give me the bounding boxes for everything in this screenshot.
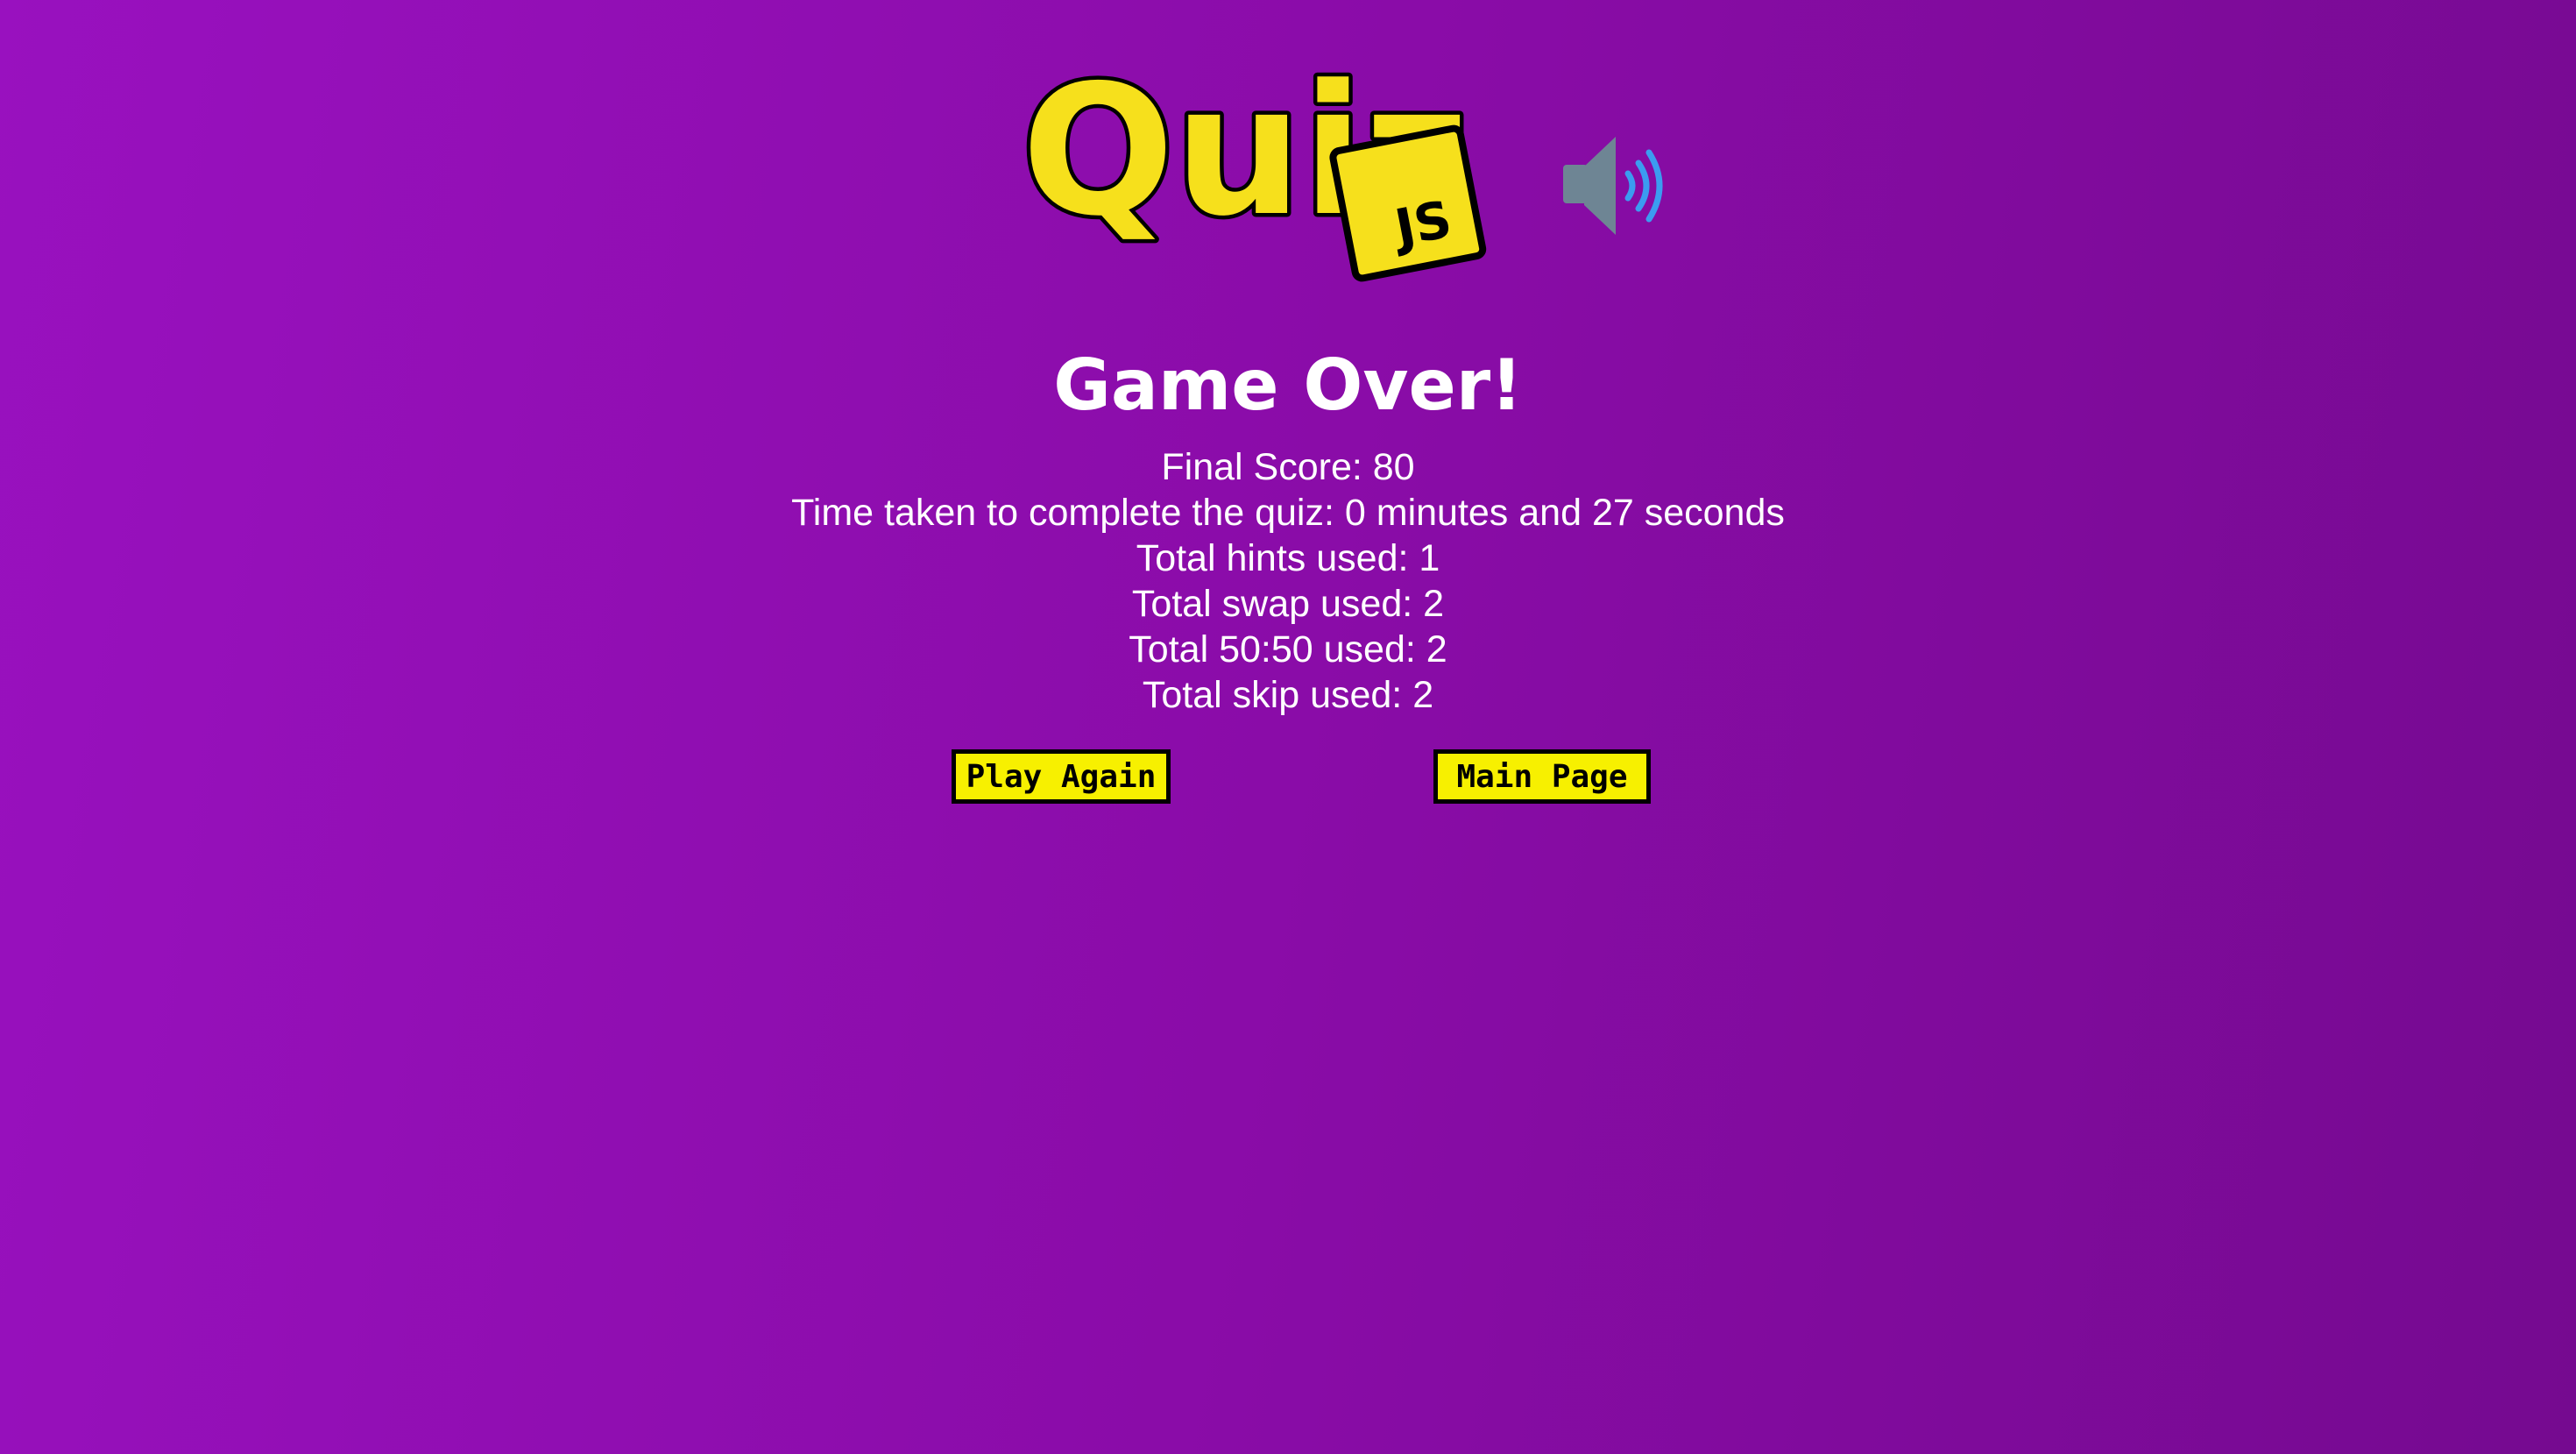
final-score: Final Score: 80 bbox=[1161, 446, 1415, 488]
quiz-js-logo: Quiz JS bbox=[1018, 44, 1487, 282]
main-page-button[interactable]: Main Page bbox=[1433, 749, 1651, 804]
stats-list: Final Score: 80 Time taken to complete t… bbox=[0, 444, 2576, 718]
hints-used: Total hints used: 1 bbox=[1136, 537, 1440, 579]
fifty-fifty-used: Total 50:50 used: 2 bbox=[1129, 628, 1447, 670]
game-over-title: Game Over! bbox=[1053, 344, 1523, 426]
play-again-button[interactable]: Play Again bbox=[952, 749, 1171, 804]
time-taken: Time taken to complete the quiz: 0 minut… bbox=[791, 492, 1785, 534]
game-over-panel: Game Over! Final Score: 80 Time taken to… bbox=[0, 337, 2576, 718]
skip-used: Total skip used: 2 bbox=[1142, 674, 1434, 716]
swap-used: Total swap used: 2 bbox=[1131, 583, 1445, 625]
speaker-on-icon[interactable] bbox=[1558, 130, 1670, 242]
logo-js-badge: JS bbox=[1329, 124, 1487, 282]
header: Quiz JS bbox=[0, 35, 2576, 289]
action-buttons: Play Again Main Page bbox=[0, 749, 2576, 811]
